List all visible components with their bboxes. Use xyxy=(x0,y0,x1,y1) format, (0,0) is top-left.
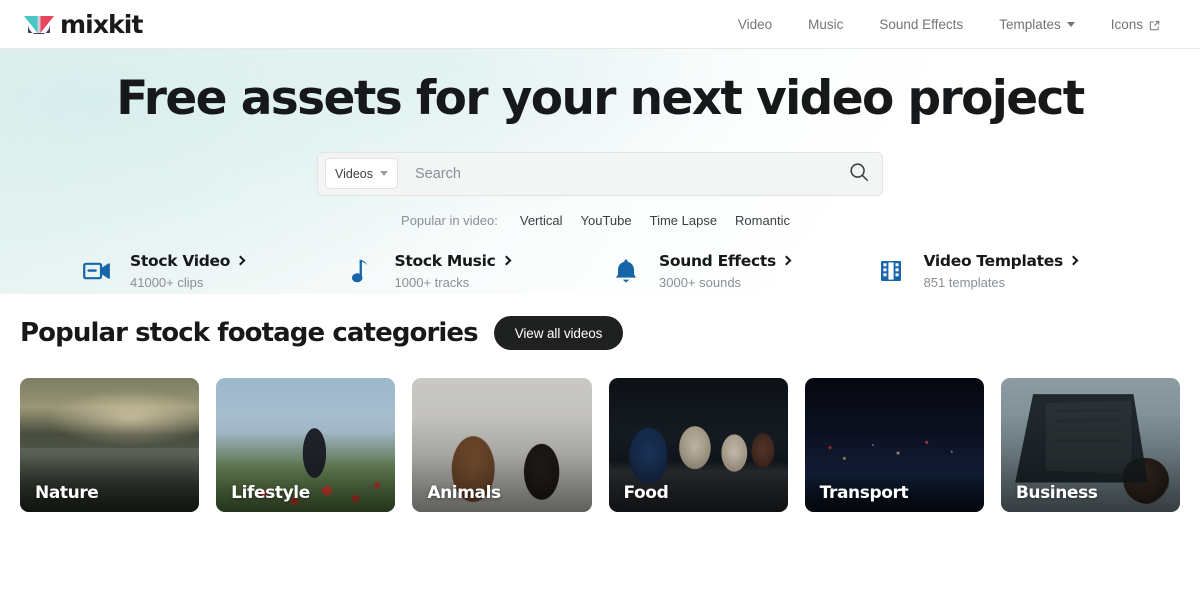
popular-tag-romantic[interactable]: Romantic xyxy=(726,213,799,228)
chevron-right-icon xyxy=(781,255,792,266)
film-strip-icon xyxy=(876,256,906,286)
chevron-down-icon xyxy=(380,171,388,177)
popular-tags-label: Popular in video: xyxy=(401,212,498,228)
quick-link-count: 1000+ tracks xyxy=(394,274,470,290)
category-card-transport[interactable]: Transport xyxy=(804,378,984,512)
category-card-food[interactable]: Food xyxy=(608,378,788,512)
hero-section: Free assets for your next video project … xyxy=(0,49,1200,294)
chevron-right-icon xyxy=(1068,255,1079,266)
video-camera-icon xyxy=(82,256,112,286)
logo-wordmark: mixkit xyxy=(60,9,143,39)
nav-item-icons[interactable]: Icons xyxy=(1093,17,1178,32)
nav-item-label: Music xyxy=(808,16,844,32)
nav-item-label: Video xyxy=(737,16,773,32)
category-card-business[interactable]: Business xyxy=(1000,378,1180,512)
search-icon xyxy=(848,161,870,186)
chevron-right-icon xyxy=(235,255,246,266)
quick-link-sound-effects[interactable]: Sound Effects 3000+ sounds xyxy=(611,252,876,290)
bell-icon xyxy=(611,256,641,286)
asset-type-value: Videos xyxy=(335,166,373,181)
category-card-lifestyle[interactable]: Lifestyle xyxy=(216,378,396,512)
popular-tag-vertical[interactable]: Vertical xyxy=(511,213,572,228)
card-label: Transport xyxy=(819,483,909,503)
category-card-grid: Nature Lifestyle Animals Food Transport xyxy=(20,378,1180,512)
external-link-icon xyxy=(1149,19,1160,30)
music-note-icon xyxy=(347,256,377,286)
nav-item-templates[interactable]: Templates xyxy=(981,17,1093,32)
chevron-right-icon xyxy=(501,255,511,266)
popular-tag-youtube[interactable]: YouTube xyxy=(572,213,641,228)
nav-item-music[interactable]: Music xyxy=(790,17,861,32)
search-input[interactable] xyxy=(398,165,844,182)
quick-link-title-text: Stock Music xyxy=(394,251,496,270)
quick-links-row: Stock Video 41000+ clips Stock Music 100… xyxy=(0,252,1200,290)
card-label: Food xyxy=(623,483,669,503)
quick-link-count: 41000+ clips xyxy=(130,274,204,290)
categories-heading: Popular stock footage categories xyxy=(20,318,479,348)
quick-link-title-text: Video Templates xyxy=(923,251,1064,270)
categories-header: Popular stock footage categories View al… xyxy=(20,294,1180,350)
quick-link-title-text: Stock Video xyxy=(130,251,231,270)
view-all-videos-button[interactable]: View all videos xyxy=(493,316,624,350)
quick-link-stock-music[interactable]: Stock Music 1000+ tracks xyxy=(347,252,612,290)
categories-section: Popular stock footage categories View al… xyxy=(0,294,1200,512)
category-card-animals[interactable]: Animals xyxy=(412,378,592,512)
quick-link-title: Sound Effects xyxy=(659,251,792,270)
card-label: Lifestyle xyxy=(231,483,310,503)
logo-home-link[interactable]: mixkit xyxy=(24,12,143,37)
nav-item-label: Sound Effects xyxy=(879,16,964,32)
card-label: Nature xyxy=(35,483,99,503)
quick-link-title: Stock Music xyxy=(394,251,511,270)
popular-tag-time-lapse[interactable]: Time Lapse xyxy=(641,213,726,228)
quick-link-title-text: Sound Effects xyxy=(659,251,776,270)
search-row: Videos xyxy=(0,151,1200,196)
search-submit-button[interactable] xyxy=(844,159,874,189)
quick-link-stock-video[interactable]: Stock Video 41000+ clips xyxy=(82,252,347,290)
nav-item-label: Templates xyxy=(999,16,1061,32)
quick-link-title: Video Templates xyxy=(923,251,1079,270)
primary-nav: Video Music Sound Effects Templates Icon… xyxy=(720,17,1178,32)
search-bar: Videos xyxy=(317,151,883,196)
card-label: Animals xyxy=(427,483,501,503)
quick-link-count: 3000+ sounds xyxy=(659,274,742,290)
mixkit-logo-icon xyxy=(24,14,54,35)
quick-link-count: 851 templates xyxy=(923,274,1006,290)
popular-tags: Popular in video: Vertical YouTube Time … xyxy=(0,213,1200,228)
quick-link-title: Stock Video xyxy=(130,251,246,270)
quick-link-video-templates[interactable]: Video Templates 851 templates xyxy=(876,252,1141,290)
site-header: mixkit Video Music Sound Effects Templat… xyxy=(0,0,1200,49)
chevron-down-icon xyxy=(1066,22,1075,27)
nav-item-label: Icons xyxy=(1110,16,1143,32)
asset-type-select[interactable]: Videos xyxy=(325,158,398,190)
page-title: Free assets for your next video project xyxy=(116,71,1085,126)
nav-item-video[interactable]: Video xyxy=(720,17,790,32)
category-card-nature[interactable]: Nature xyxy=(20,378,200,512)
nav-item-sound-effects[interactable]: Sound Effects xyxy=(861,17,981,32)
card-label: Business xyxy=(1015,483,1098,503)
